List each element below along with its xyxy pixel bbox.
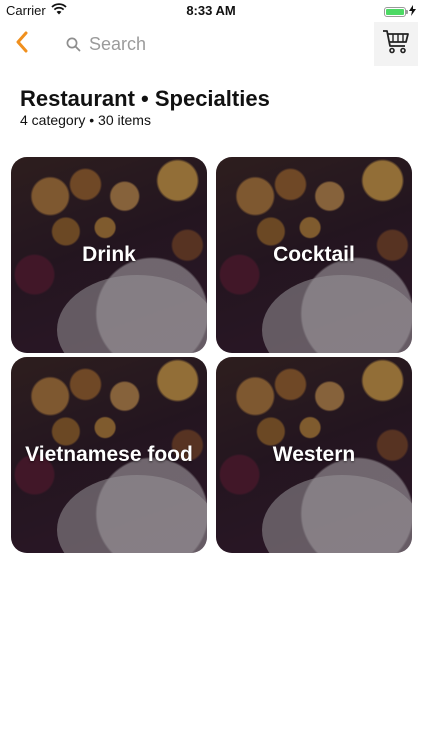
- category-label: Vietnamese food: [25, 443, 193, 466]
- battery-icon: [384, 6, 408, 17]
- category-label: Western: [272, 443, 356, 466]
- category-card-western[interactable]: Western: [216, 357, 412, 553]
- status-bar: Carrier 8:33 AM: [0, 0, 422, 22]
- status-right: [384, 4, 416, 19]
- charging-icon: [409, 4, 416, 19]
- status-time: 8:33 AM: [186, 3, 236, 18]
- cart-icon: [382, 29, 410, 60]
- chevron-left-icon: [15, 31, 29, 58]
- battery-fill: [386, 8, 404, 15]
- category-card-cocktail[interactable]: Cocktail: [216, 157, 412, 353]
- search-box[interactable]: [56, 29, 356, 59]
- search-input[interactable]: [89, 33, 329, 55]
- page-title: Restaurant • Specialties: [20, 86, 270, 111]
- category-card-drink[interactable]: Drink: [11, 157, 207, 353]
- category-card-vietnamese-food[interactable]: Vietnamese food: [11, 357, 207, 553]
- category-label: Drink: [82, 243, 136, 266]
- back-button[interactable]: [8, 28, 36, 60]
- category-label: Cocktail: [273, 243, 355, 266]
- page-subtitle: 4 category • 30 items: [20, 112, 151, 128]
- search-icon: [66, 37, 81, 52]
- cart-button[interactable]: [374, 22, 418, 66]
- nav-bar: [0, 22, 422, 66]
